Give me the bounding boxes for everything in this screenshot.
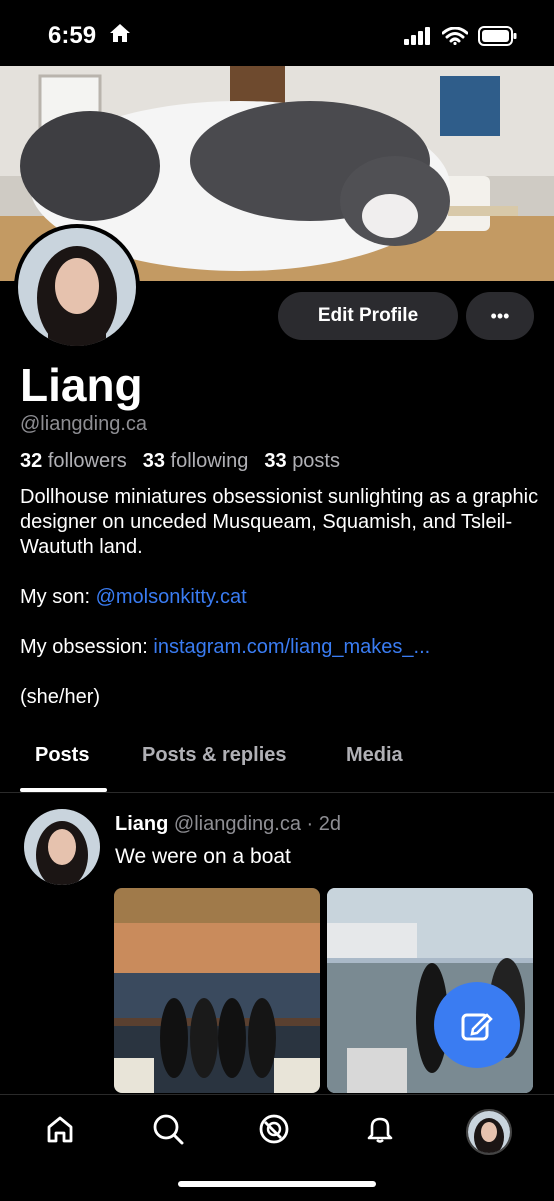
profile-name: Liang (20, 359, 143, 411)
tab-posts[interactable]: Posts (35, 744, 89, 767)
status-time: 6:59 (48, 22, 97, 49)
bio-son-label: My son: (20, 586, 96, 608)
post-handle: @liangding.ca (173, 813, 301, 835)
bio-obsession-label: My obsession: (20, 636, 154, 658)
following-count: 33 (142, 450, 165, 472)
home-indicator-icon (108, 22, 132, 49)
battery-icon (478, 26, 517, 46)
bio-description: Dollhouse miniatures obsessionist sunlig… (20, 486, 539, 558)
post-separator: · (300, 813, 319, 835)
post-image-1[interactable] (114, 888, 320, 1093)
post-author[interactable]: Liang (115, 813, 168, 835)
active-tab-indicator (20, 788, 107, 792)
profile-stats: 32 followers 33 following 33 posts (20, 450, 340, 473)
feeds-icon[interactable] (254, 1109, 294, 1149)
status-icons (404, 26, 518, 46)
profile-bio: Dollhouse miniatures obsessionist sunlig… (20, 485, 540, 710)
more-options-button[interactable]: ••• (466, 292, 534, 340)
followers-stat[interactable]: 32 followers (20, 450, 127, 473)
wifi-icon (442, 27, 468, 45)
following-label: following (170, 450, 249, 472)
home-gesture-bar[interactable] (178, 1181, 376, 1187)
posts-count: 33 (264, 450, 287, 472)
bio-obsession-line: My obsession: instagram.com/liang_makes_… (20, 635, 540, 660)
followers-count: 32 (20, 450, 43, 472)
search-icon[interactable] (148, 1109, 188, 1149)
post-header: Liang @liangding.ca · 2d (115, 813, 341, 836)
post-avatar[interactable] (24, 809, 100, 885)
posts-label: posts (292, 450, 340, 472)
tab-posts-replies[interactable]: Posts & replies (142, 744, 287, 767)
edit-profile-button[interactable]: Edit Profile (278, 292, 458, 340)
post-text: We were on a boat (115, 845, 291, 868)
profile-tab-avatar[interactable] (466, 1109, 512, 1155)
bio-pronouns: (she/her) (20, 686, 101, 708)
compose-icon (461, 1013, 493, 1041)
notifications-icon[interactable] (360, 1109, 400, 1149)
tab-media[interactable]: Media (346, 744, 403, 767)
profile-handle: @liangding.ca (20, 413, 148, 435)
status-bar: 6:59 (0, 0, 554, 66)
signal-icon (404, 27, 430, 45)
followers-label: followers (47, 450, 127, 472)
home-icon[interactable] (40, 1109, 80, 1149)
profile-avatar[interactable] (14, 224, 140, 350)
son-link[interactable]: @molsonkitty.cat (96, 586, 247, 608)
instagram-link[interactable]: instagram.com/liang_makes_... (153, 636, 430, 658)
posts-stat: 33 posts (264, 450, 340, 473)
profile-tabs: Posts Posts & replies Media (0, 730, 554, 793)
following-stat[interactable]: 33 following (143, 450, 249, 473)
post-time: 2d (318, 813, 341, 835)
compose-button[interactable] (434, 982, 520, 1068)
bio-son-line: My son: @molsonkitty.cat (20, 585, 540, 610)
